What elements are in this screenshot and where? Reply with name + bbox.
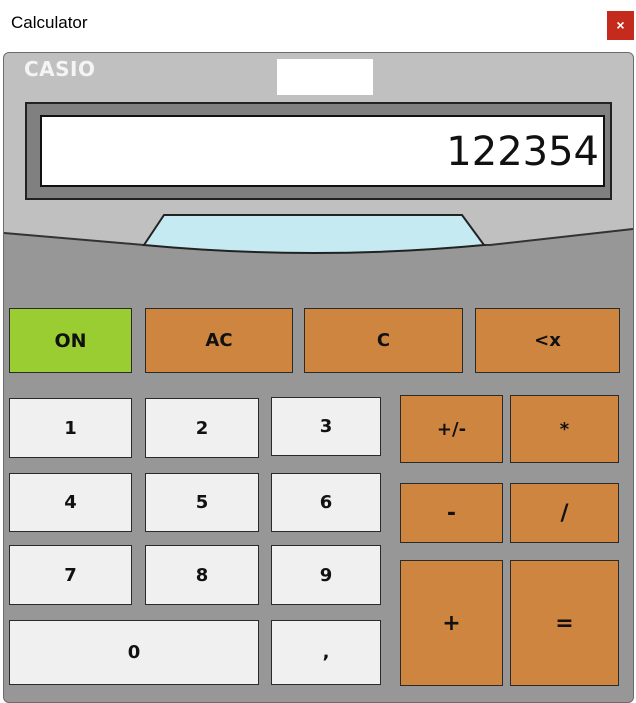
- divide-button[interactable]: /: [510, 483, 619, 543]
- subtract-button[interactable]: -: [400, 483, 503, 543]
- clear-button[interactable]: C: [304, 308, 463, 373]
- digit-1-button[interactable]: 1: [9, 398, 132, 458]
- display-window-strip: [142, 214, 486, 254]
- digit-8-button[interactable]: 8: [145, 545, 259, 605]
- negate-button[interactable]: +/-: [400, 395, 503, 463]
- digit-5-button[interactable]: 5: [145, 473, 259, 532]
- digit-3-button[interactable]: 3: [271, 397, 381, 456]
- backspace-button[interactable]: <x: [475, 308, 620, 373]
- digit-4-button[interactable]: 4: [9, 473, 132, 532]
- all-clear-button[interactable]: AC: [145, 308, 293, 373]
- decimal-comma-button[interactable]: ,: [271, 620, 381, 685]
- solar-panel: [277, 59, 373, 95]
- add-button[interactable]: +: [400, 560, 503, 686]
- on-button[interactable]: ON: [9, 308, 132, 373]
- close-button[interactable]: ×: [607, 11, 634, 40]
- brand-logo: CASIO: [24, 57, 96, 81]
- title-bar: Calculator ×: [0, 0, 636, 45]
- multiply-button[interactable]: *: [510, 395, 619, 463]
- window-title: Calculator: [11, 13, 88, 32]
- digit-6-button[interactable]: 6: [271, 473, 381, 532]
- digit-0-button[interactable]: 0: [9, 620, 259, 685]
- display-value: 122354: [446, 129, 599, 175]
- digit-7-button[interactable]: 7: [9, 545, 132, 605]
- equals-button[interactable]: =: [510, 560, 619, 686]
- digit-2-button[interactable]: 2: [145, 398, 259, 458]
- display-screen: 122354: [40, 115, 605, 187]
- digit-9-button[interactable]: 9: [271, 545, 381, 605]
